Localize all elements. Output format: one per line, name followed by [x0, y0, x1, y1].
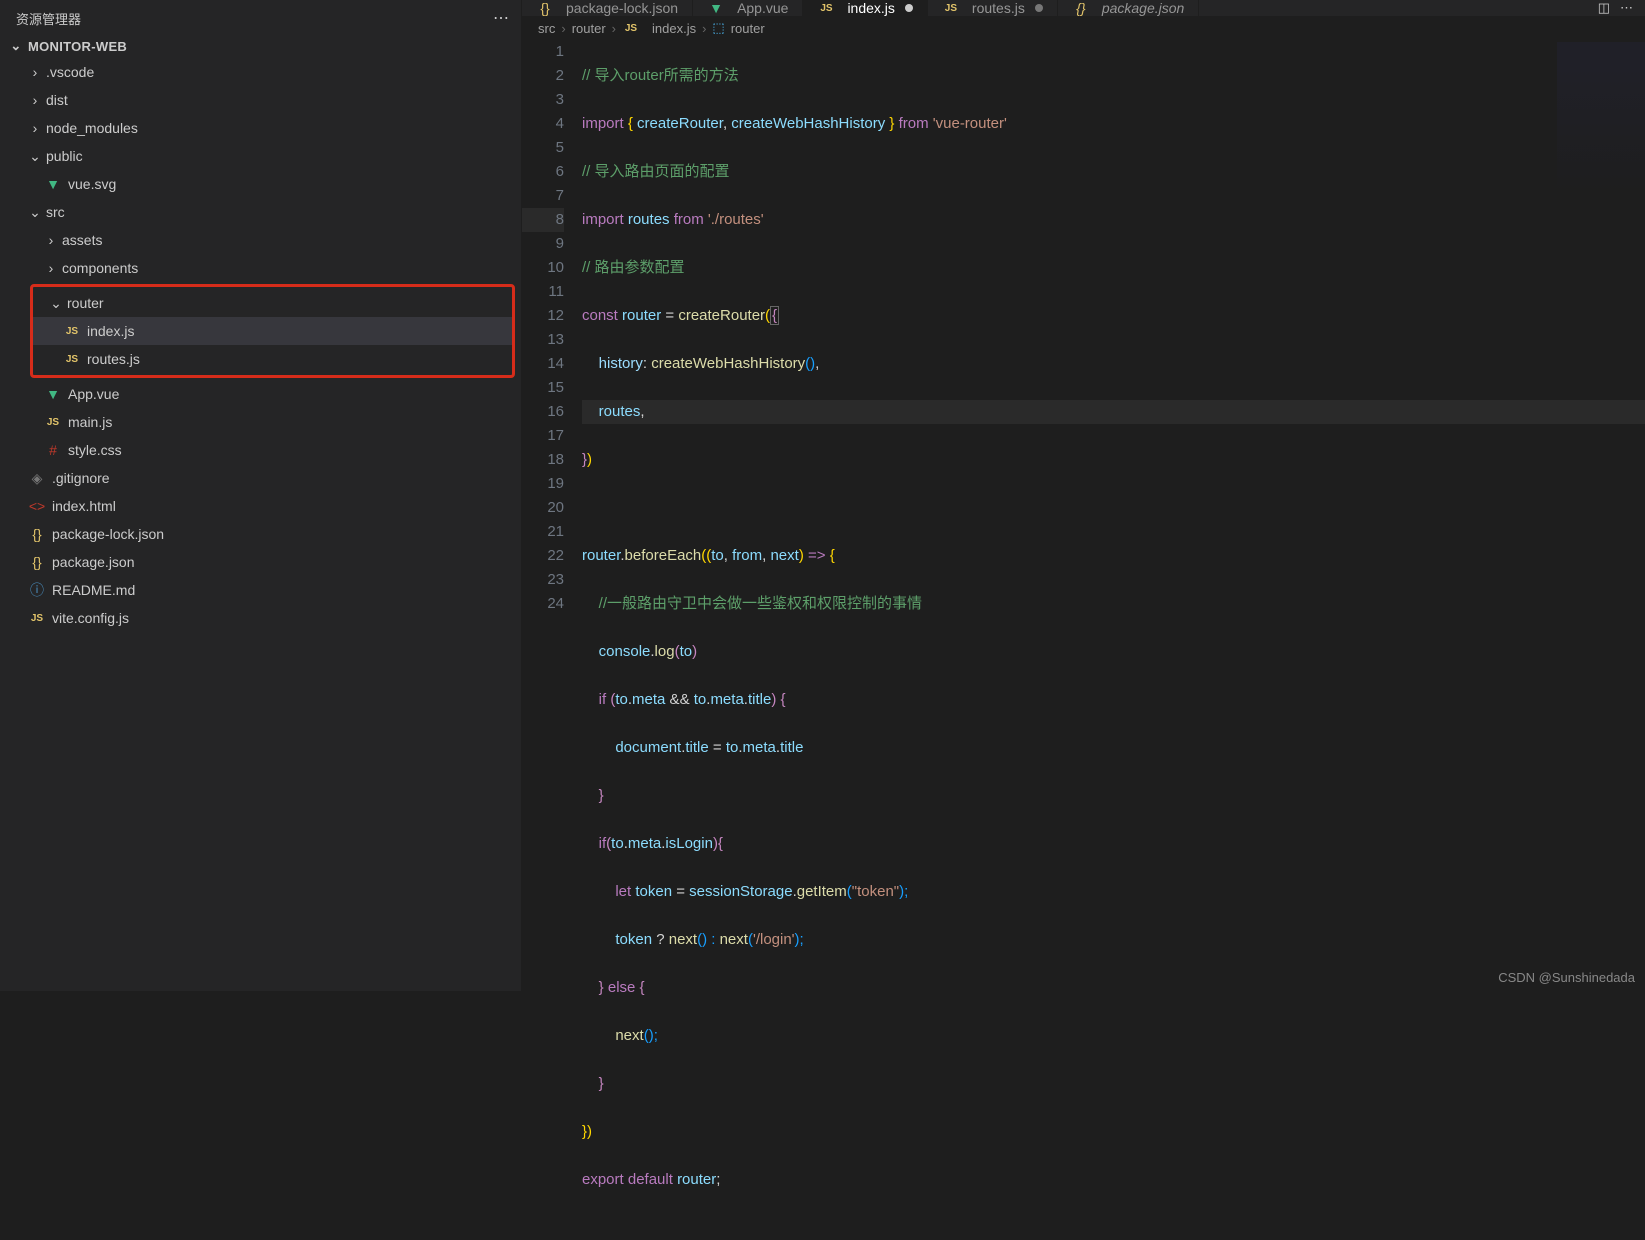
folder-assets[interactable]: ›assets	[0, 226, 521, 254]
chevron-down-icon: ⌄	[8, 38, 24, 54]
more-icon[interactable]: ⋯	[493, 8, 509, 28]
json-icon: {}	[536, 0, 554, 16]
file-routes-js[interactable]: JSroutes.js	[33, 345, 512, 373]
tab-index-js[interactable]: JSindex.js	[803, 0, 927, 16]
json-icon: {}	[28, 526, 46, 542]
file-app-vue[interactable]: ▼App.vue	[0, 380, 521, 408]
json-icon: {}	[28, 554, 46, 570]
html-icon: <>	[28, 498, 46, 514]
split-icon[interactable]: ◫	[1598, 0, 1610, 16]
watermark: CSDN @Sunshinedada	[1498, 970, 1635, 985]
project-header[interactable]: ⌄ MONITOR-WEB	[0, 34, 521, 58]
chevron-right-icon: ›	[44, 232, 58, 248]
file-package-lock[interactable]: {}package-lock.json	[0, 520, 521, 548]
folder-dist[interactable]: ›dist	[0, 86, 521, 114]
js-icon: JS	[28, 613, 46, 624]
js-icon: JS	[622, 23, 640, 34]
chevron-right-icon: ›	[44, 260, 58, 276]
explorer-title: 资源管理器	[16, 9, 81, 28]
explorer-header: 资源管理器 ⋯	[0, 0, 521, 34]
folder-router[interactable]: ⌄router	[33, 289, 512, 317]
chevron-right-icon: ›	[28, 92, 42, 108]
tab-package-lock[interactable]: {}package-lock.json	[522, 0, 693, 16]
json-icon: {}	[1072, 0, 1090, 16]
file-package-json[interactable]: {}package.json	[0, 548, 521, 576]
minimap[interactable]	[1557, 42, 1645, 212]
file-vite-config[interactable]: JSvite.config.js	[0, 604, 521, 632]
symbol-icon: ⬚	[712, 20, 724, 36]
js-icon: JS	[942, 3, 960, 14]
tab-actions: ◫ ⋯	[1586, 0, 1645, 16]
folder-node-modules[interactable]: ›node_modules	[0, 114, 521, 142]
vue-icon: ▼	[44, 176, 62, 192]
tab-app-vue[interactable]: ▼App.vue	[693, 0, 803, 16]
gutter: 123456789101112131415161718192021222324	[522, 40, 582, 1240]
explorer-sidebar: 资源管理器 ⋯ ⌄ MONITOR-WEB ›.vscode ›dist ›no…	[0, 0, 522, 991]
chevron-down-icon: ⌄	[28, 148, 42, 165]
file-main-js[interactable]: JSmain.js	[0, 408, 521, 436]
vue-icon: ▼	[707, 0, 725, 16]
tab-routes-js[interactable]: JSroutes.js	[928, 0, 1058, 16]
chevron-right-icon: ›	[28, 64, 42, 80]
project-name: MONITOR-WEB	[28, 39, 127, 54]
css-icon: #	[44, 442, 62, 458]
file-style-css[interactable]: #style.css	[0, 436, 521, 464]
file-tree: ›.vscode ›dist ›node_modules ⌄public ▼vu…	[0, 58, 521, 991]
file-index-js[interactable]: JSindex.js	[33, 317, 512, 345]
breadcrumb[interactable]: src› router› JSindex.js› ⬚router	[522, 16, 1645, 40]
file-index-html[interactable]: <>index.html	[0, 492, 521, 520]
editor-area: {}package-lock.json ▼App.vue JSindex.js …	[522, 0, 1645, 991]
chevron-right-icon: ›	[28, 120, 42, 136]
js-icon: JS	[63, 354, 81, 365]
folder-src[interactable]: ⌄src	[0, 198, 521, 226]
file-readme[interactable]: ⓘREADME.md	[0, 576, 521, 604]
js-icon: JS	[63, 326, 81, 337]
file-gitignore[interactable]: ◈.gitignore	[0, 464, 521, 492]
chevron-down-icon: ⌄	[49, 295, 63, 312]
file-vue-svg[interactable]: ▼vue.svg	[0, 170, 521, 198]
git-icon: ◈	[28, 470, 46, 487]
tab-package-json[interactable]: {}package.json	[1058, 0, 1200, 16]
folder-vscode[interactable]: ›.vscode	[0, 58, 521, 86]
code-content[interactable]: // 导入router所需的方法 import { createRouter, …	[582, 40, 1645, 1240]
js-icon: JS	[44, 417, 62, 428]
info-icon: ⓘ	[28, 580, 46, 600]
folder-components[interactable]: ›components	[0, 254, 521, 282]
folder-public[interactable]: ⌄public	[0, 142, 521, 170]
modified-dot-icon	[1035, 4, 1043, 12]
modified-dot-icon	[905, 4, 913, 12]
tab-bar: {}package-lock.json ▼App.vue JSindex.js …	[522, 0, 1645, 16]
js-icon: JS	[817, 3, 835, 14]
chevron-down-icon: ⌄	[28, 204, 42, 221]
more-icon[interactable]: ⋯	[1620, 0, 1633, 16]
highlight-box: ⌄router JSindex.js JSroutes.js	[30, 284, 515, 378]
vue-icon: ▼	[44, 386, 62, 402]
code-area[interactable]: 123456789101112131415161718192021222324 …	[522, 40, 1645, 1240]
